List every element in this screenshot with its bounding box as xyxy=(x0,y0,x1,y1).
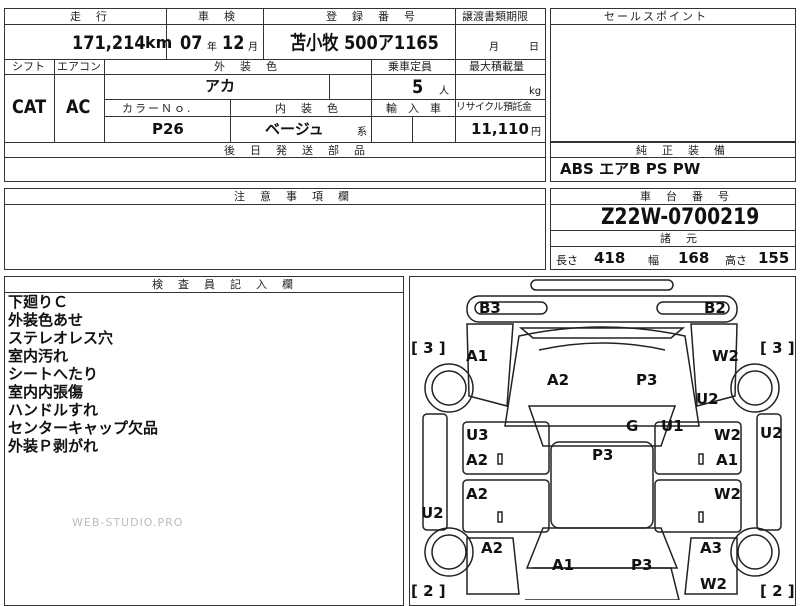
interior-color-value: ベージュ xyxy=(265,120,324,138)
max-load-unit: kg xyxy=(529,86,542,97)
length-label: 長さ xyxy=(556,254,578,267)
transfer-month-unit: 月 xyxy=(489,42,499,53)
part-label-w2-right-door-1: W2 xyxy=(714,426,741,444)
registration-number: 苫小牧 500ア1165 xyxy=(290,32,439,54)
part-label-g: G xyxy=(626,417,639,435)
aircon-header: エアコン xyxy=(57,60,101,73)
mileage-header: 走 行 xyxy=(70,10,109,23)
part-label-w2-bottom: W2 xyxy=(700,575,727,593)
recycle-value: 11,110 xyxy=(471,120,529,138)
exterior-color-header: 外 装 色 xyxy=(214,60,279,73)
import-header: 輸 入 車 xyxy=(386,102,441,115)
part-label-b2: B2 xyxy=(704,299,726,317)
later-parts-header: 後 日 発 送 部 品 xyxy=(224,144,367,157)
inspector-notes-header: 検 査 員 記 入 欄 xyxy=(152,278,295,291)
mileage-unit: km xyxy=(145,33,173,52)
inspector-note: 室内汚れ xyxy=(8,347,69,365)
part-label-a2-rear-left: A2 xyxy=(481,539,504,557)
aircon-value: AC xyxy=(66,96,91,118)
inspector-note: ステレオレス穴 xyxy=(8,329,114,347)
part-label-w2-right-door-2: W2 xyxy=(714,485,741,503)
part-label-a1-right-door-1: A1 xyxy=(716,451,739,469)
exterior-color-value: アカ xyxy=(205,77,236,95)
recycle-header: リサイクル預託金 xyxy=(456,102,532,113)
mileage-value: 171,214 xyxy=(72,32,146,54)
capacity-unit: 人 xyxy=(439,86,449,97)
part-label-u2-right: U2 xyxy=(760,424,783,442)
color-no-value: P26 xyxy=(152,120,184,138)
part-label-u1: U1 xyxy=(661,417,684,435)
capacity-value: 5 xyxy=(412,76,424,98)
inspection-month: 12 xyxy=(222,32,245,54)
damage-count-tr: [ 3 ] xyxy=(760,339,795,357)
part-label-u2-front-right: U2 xyxy=(696,390,719,408)
damage-count-tl: [ 3 ] xyxy=(411,339,446,357)
chassis-number-value: Z22W-0700219 xyxy=(601,205,760,230)
transfer-day-unit: 日 xyxy=(529,42,539,53)
part-label-u3: U3 xyxy=(466,426,489,444)
part-label-a2-left-door-1: A2 xyxy=(466,451,489,469)
sales-point-header: セールスポイント xyxy=(604,10,708,23)
width-label: 幅 xyxy=(648,254,659,267)
inspector-note: 室内内張傷 xyxy=(8,383,84,401)
part-label-u2-left: U2 xyxy=(421,504,444,522)
damage-count-br: [ 2 ] xyxy=(760,582,795,600)
shift-header: シフト xyxy=(12,60,45,73)
interior-color-suffix: 系 xyxy=(357,127,367,138)
max-load-header: 最大積載量 xyxy=(469,60,524,73)
part-label-a2-hood: A2 xyxy=(547,371,570,389)
inspector-note: シートへたり xyxy=(8,365,99,383)
inspection-year-unit: 年 xyxy=(207,42,217,53)
inspector-note: 下廻りＣ xyxy=(8,293,69,311)
inspection-header: 車 検 xyxy=(198,10,237,23)
length-value: 418 xyxy=(594,249,626,267)
registration-header: 登 録 番 号 xyxy=(326,10,417,23)
width-value: 168 xyxy=(678,249,710,267)
specs-header: 諸 元 xyxy=(660,232,699,245)
inspector-note: センターキャップ欠品 xyxy=(8,419,159,437)
watermark: WEB-STUDIO.PRO xyxy=(72,516,184,529)
height-label: 高さ xyxy=(725,254,747,267)
part-label-a1-front-left: A1 xyxy=(466,347,489,365)
inspection-year: 07 xyxy=(180,32,203,54)
shift-value: CAT xyxy=(12,96,47,118)
part-label-a2-left-door-2: A2 xyxy=(466,485,489,503)
inspector-note: 外装色あせ xyxy=(8,311,84,329)
part-label-p3-trunk: P3 xyxy=(631,556,653,574)
transfer-deadline-header: 譲渡書類期限 xyxy=(462,10,528,23)
part-label-w2-front-right: W2 xyxy=(712,347,739,365)
part-label-a1-trunk: A1 xyxy=(552,556,575,574)
caution-header: 注 意 事 項 欄 xyxy=(234,190,351,203)
inspector-note: ハンドルすれ xyxy=(8,401,99,419)
part-label-a3-rear-right: A3 xyxy=(700,539,723,557)
sales-point-panel xyxy=(550,8,796,142)
color-no-header: カラーＮｏ. xyxy=(122,102,193,115)
standard-equipment-value: ABS エアB PS PW xyxy=(560,160,701,178)
inspection-month-unit: 月 xyxy=(248,42,258,53)
height-value: 155 xyxy=(758,249,790,267)
chassis-number-header: 車 台 番 号 xyxy=(640,190,731,203)
part-label-b3: B3 xyxy=(479,299,501,317)
inspector-note: 外装Ｐ剥がれ xyxy=(8,437,99,455)
recycle-unit: 円 xyxy=(531,127,541,138)
part-label-p3-roof: P3 xyxy=(592,446,614,464)
damage-count-bl: [ 2 ] xyxy=(411,582,446,600)
standard-equipment-header: 純 正 装 備 xyxy=(636,144,727,157)
part-label-p3-hood: P3 xyxy=(636,371,658,389)
interior-color-header: 内 装 色 xyxy=(275,102,340,115)
capacity-header: 乗車定員 xyxy=(388,60,432,73)
